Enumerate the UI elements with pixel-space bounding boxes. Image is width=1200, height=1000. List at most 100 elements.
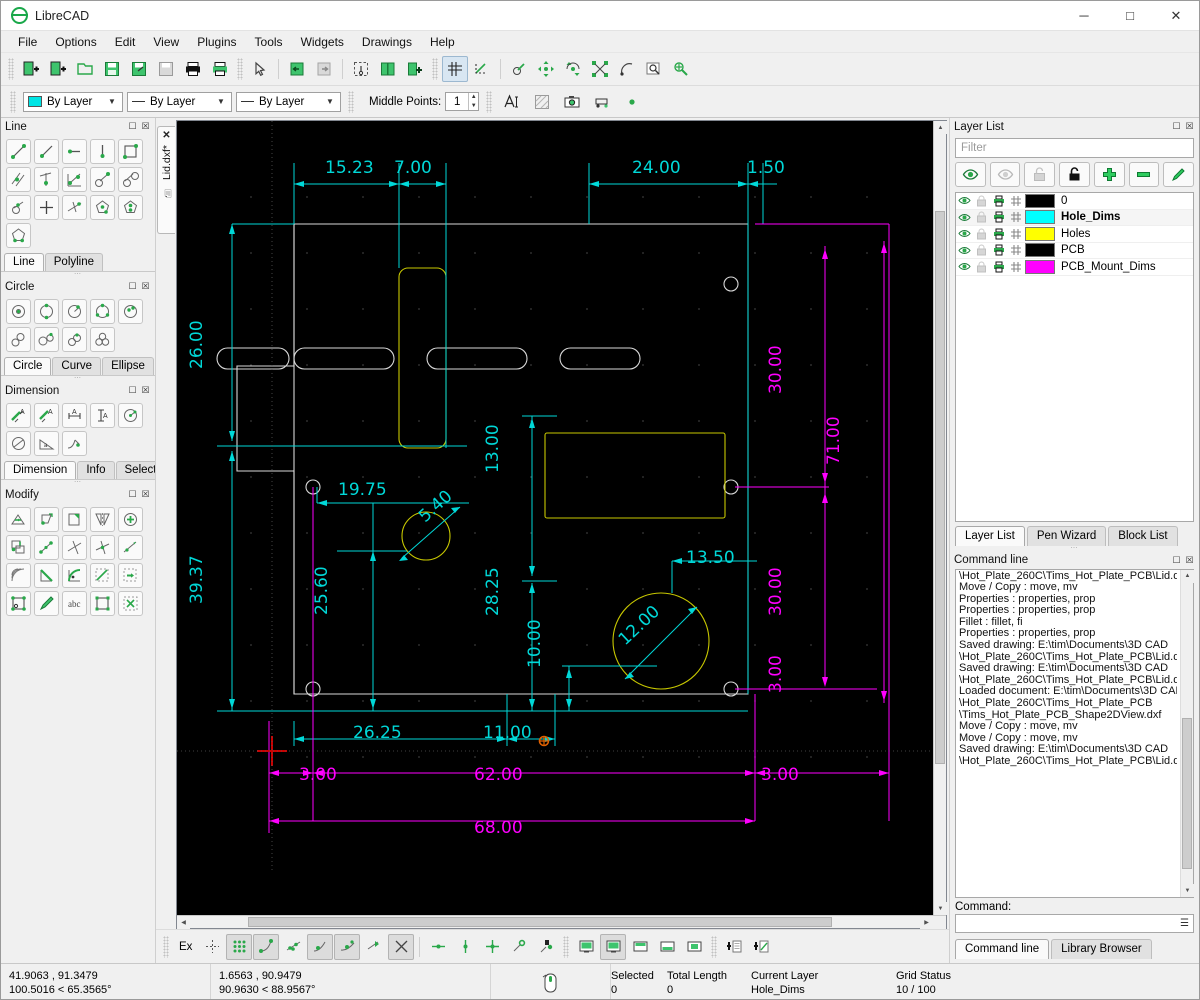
cmd-scroll-down-icon[interactable]: ▼ xyxy=(1181,884,1194,897)
dim-vertical-icon[interactable]: A xyxy=(90,403,115,428)
float-icon[interactable]: ☐ xyxy=(126,120,139,133)
modify-offset-icon[interactable] xyxy=(6,563,31,588)
view-maximized-icon[interactable] xyxy=(600,934,626,960)
scroll-left-icon[interactable]: ◀ xyxy=(177,916,190,929)
line-divide-icon[interactable] xyxy=(62,195,87,220)
attrbar-grip-3[interactable] xyxy=(486,91,492,113)
layer-color-combo[interactable]: By Layer ▼ xyxy=(23,92,123,112)
menu-view[interactable]: View xyxy=(144,33,188,51)
line-parallel-icon[interactable] xyxy=(6,167,31,192)
pen-edit-icon[interactable] xyxy=(506,56,532,82)
view-split-h-icon[interactable] xyxy=(654,934,680,960)
tab-polyline[interactable]: Polyline xyxy=(45,253,103,271)
layer-row-3[interactable]: PCB xyxy=(956,243,1193,260)
layer-color-swatch-2[interactable] xyxy=(1025,227,1055,241)
layer-visible-icon-1[interactable] xyxy=(956,211,973,224)
add-layer-icon[interactable] xyxy=(721,934,747,960)
command-history-list[interactable]: \Hot_Plate_260C\Tims_Hot_Plate_PCB\Lid.d… xyxy=(955,569,1194,899)
line-angle-icon[interactable] xyxy=(34,139,59,164)
layer-print-icon-1[interactable] xyxy=(990,211,1007,223)
layer-row-4[interactable]: PCB_Mount_Dims xyxy=(956,259,1193,276)
edit-layer-button[interactable] xyxy=(1163,162,1194,187)
show-all-layers-icon[interactable] xyxy=(955,162,986,187)
close-icon-3[interactable]: ☒ xyxy=(139,384,152,397)
layer-print-icon[interactable] xyxy=(990,195,1007,207)
modify-move-icon[interactable] xyxy=(6,507,31,532)
layer-visible-icon[interactable] xyxy=(956,194,973,207)
copy-icon[interactable] xyxy=(375,56,401,82)
new-from-template-icon[interactable] xyxy=(45,56,71,82)
mirror-entity-icon[interactable] xyxy=(614,56,640,82)
scale-entity-icon[interactable] xyxy=(587,56,613,82)
line-orthogonal-icon[interactable] xyxy=(6,195,31,220)
dim-diametric-icon[interactable] xyxy=(6,431,31,456)
layer-row-1[interactable]: Hole_Dims xyxy=(956,210,1193,227)
save-all-icon[interactable] xyxy=(153,56,179,82)
line-2points-icon[interactable] xyxy=(6,139,31,164)
circle-2points-icon[interactable] xyxy=(34,299,59,324)
close-icon-6[interactable]: ☒ xyxy=(1183,554,1196,567)
snap-middle-icon[interactable] xyxy=(334,934,360,960)
tab-circle[interactable]: Circle xyxy=(4,357,51,375)
modify-stretch-icon[interactable] xyxy=(34,535,59,560)
layer-visible-icon-3[interactable] xyxy=(956,244,973,257)
scroll-right-icon[interactable]: ▶ xyxy=(920,916,933,929)
dim-linear-icon[interactable]: A xyxy=(34,403,59,428)
polygon-center-corner-icon[interactable] xyxy=(90,195,115,220)
command-input[interactable]: ☰ xyxy=(955,914,1194,933)
chevron-down-icon[interactable]: ▼ xyxy=(104,97,120,106)
pan-zoom-icon[interactable] xyxy=(668,56,694,82)
restrict-vertical-icon[interactable] xyxy=(452,934,478,960)
float-icon-4[interactable]: ☐ xyxy=(126,488,139,501)
snap-center-icon[interactable] xyxy=(307,934,333,960)
add-block-icon[interactable] xyxy=(748,934,774,960)
scroll-down-icon[interactable]: ▼ xyxy=(934,902,947,915)
block-icon[interactable] xyxy=(589,89,615,115)
layer-color-swatch-4[interactable] xyxy=(1025,260,1055,274)
circle-3points-icon[interactable] xyxy=(90,299,115,324)
layer-construction-icon-2[interactable] xyxy=(1007,228,1024,240)
snap-endpoint-icon[interactable] xyxy=(253,934,279,960)
dim-leader-icon[interactable] xyxy=(62,431,87,456)
cmd-scroll-thumb[interactable] xyxy=(1182,718,1192,869)
polygon-2corners-icon[interactable] xyxy=(6,223,31,248)
chevron-down-icon-2[interactable]: ▼ xyxy=(213,97,229,106)
tab-command-line[interactable]: Command line xyxy=(955,939,1049,959)
dim-horizontal-icon[interactable]: A xyxy=(62,403,87,428)
snapbar-grip-3[interactable] xyxy=(711,936,717,958)
modify-lengthen-icon[interactable] xyxy=(118,535,143,560)
modify-trim2-icon[interactable] xyxy=(90,535,115,560)
close-button[interactable]: ✕ xyxy=(1153,1,1199,31)
redo-icon[interactable] xyxy=(311,56,337,82)
circle-center-point-icon[interactable] xyxy=(118,299,143,324)
close-icon-2[interactable]: ☒ xyxy=(139,280,152,293)
select-pointer-icon[interactable] xyxy=(247,56,273,82)
circle-tangent-3circles-icon[interactable] xyxy=(90,327,115,352)
hide-all-layers-icon[interactable] xyxy=(990,162,1021,187)
layer-print-icon-3[interactable] xyxy=(990,244,1007,256)
modify-block-icon[interactable] xyxy=(90,591,115,616)
menu-edit[interactable]: Edit xyxy=(106,33,145,51)
modify-explode-icon[interactable] xyxy=(118,563,143,588)
line-bisector-icon[interactable] xyxy=(34,195,59,220)
layer-row-2[interactable]: Holes xyxy=(956,226,1193,243)
tab-block-list[interactable]: Block List xyxy=(1108,526,1177,546)
vscroll-thumb[interactable] xyxy=(935,211,945,764)
close-icon-4[interactable]: ☒ xyxy=(139,488,152,501)
toolbar-grip[interactable] xyxy=(8,58,14,80)
middle-points-input[interactable] xyxy=(446,96,468,108)
text-style-icon[interactable] xyxy=(499,89,525,115)
chevron-down-icon-3[interactable]: ▼ xyxy=(322,97,338,106)
grid-toggle-icon[interactable] xyxy=(442,56,468,82)
float-icon-3[interactable]: ☐ xyxy=(126,384,139,397)
command-menu-icon[interactable]: ☰ xyxy=(1176,915,1193,932)
vscroll-track[interactable] xyxy=(934,134,946,902)
view-single-icon[interactable] xyxy=(681,934,707,960)
tab-info[interactable]: Info xyxy=(77,461,114,479)
tab-ellipse[interactable]: Ellipse xyxy=(102,357,154,375)
modify-delete-icon[interactable] xyxy=(118,591,143,616)
layer-construction-icon-1[interactable] xyxy=(1007,211,1024,223)
unlock-all-layers-icon[interactable] xyxy=(1024,162,1055,187)
line-tangent-point-icon[interactable] xyxy=(90,167,115,192)
remove-layer-button[interactable] xyxy=(1129,162,1160,187)
